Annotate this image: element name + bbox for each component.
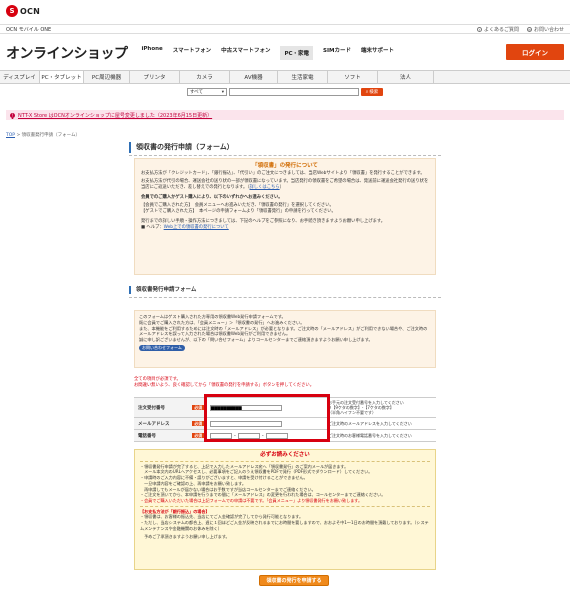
info-paragraph-2: お支払方法が代引の場合、運送会社の送り状の一部が領収書になっています。当店発行の… (141, 179, 429, 190)
member-notice: ・会員でご購入いただいた場合は上記フォームでの申請は不要です。「会員メニュー」よ… (140, 497, 363, 503)
contact-link[interactable]: ✉ お問い合わせ (526, 26, 564, 33)
form-desc-4: 誠に申し訳ございませんが、以下の「問い合せフォーム」よりコールセンターまでご連絡… (139, 337, 373, 343)
divider (129, 297, 441, 298)
email-label: メールアドレス 必須 (134, 418, 206, 429)
cat-software[interactable]: ソフト (328, 71, 378, 83)
notice-banner[interactable]: ! NTT-X Store はOCNオンラインショップに屋号変更しました（202… (6, 110, 564, 120)
order-number-label-text: 注文受付番号 (138, 405, 165, 411)
order-number-note: お手元の注文受付番号を入力してください ※【9ケタの数字】-【7ケタの数字】 （… (328, 400, 404, 415)
mail-icon: ✉ (526, 26, 532, 32)
phone-label-text: 電話番号 (138, 433, 156, 439)
help-label: ■ ヘルプ： (141, 225, 164, 230)
info-bold-text: 会員でのご購入かゲスト購入により、以下のいずれかへお進みください。 (141, 195, 283, 200)
form-description-box: このフォームはゲスト購入された方専用の領収書Web発行申請フォームです。 既に会… (134, 310, 436, 368)
cat-display[interactable]: ディスプレイ (0, 71, 40, 83)
thanks-line: 予めご了承頂きますようお願い申し上げます。 (140, 534, 230, 540)
ocn-logo-text: OCN (20, 6, 40, 16)
info-icon: ! (10, 112, 15, 118)
email-note: ご注文時のメールアドレスを入力してください (328, 421, 412, 426)
login-button[interactable]: ログイン (506, 44, 564, 60)
required-badge: 必須 (192, 405, 204, 410)
notice-text: NTT-X Store はOCNオンラインショップに屋号変更しました（2023年… (18, 112, 213, 119)
category-tabs: ディスプレイ PC・タブレット PC周辺機器 プリンタ カメラ AV機器 生活家… (0, 70, 570, 84)
info-paragraph-1: お支払方法が「クレジットカード」、「銀行振込」、「代引い」のご注文につきましては… (141, 171, 425, 176)
required-note: 全ての項目が必須です。 お間違い無いよう、良く確認してから「領収書の発行を申請す… (134, 377, 436, 389)
form-desc-3: また、本機能をご利用するためには注文時の「メールアドレス」が必要となります。ご注… (139, 325, 428, 337)
phone-label: 電話番号 必須 (134, 430, 206, 441)
search-bar: すべて ▾ ⌕ 検索 (0, 86, 570, 98)
cat-pc-tablet[interactable]: PC・タブレット (40, 71, 84, 83)
nav-pc-appliance[interactable]: PC・家電 (280, 46, 314, 60)
nav-iphone[interactable]: iPhone (142, 46, 163, 60)
cat-pc-peripherals[interactable]: PC周辺機器 (84, 71, 130, 83)
faq-link[interactable]: ? よくあるご質問 (476, 26, 519, 33)
nav-device-support[interactable]: 端末サポート (361, 46, 394, 60)
search-input[interactable] (229, 88, 359, 96)
search-select-value: すべて (190, 90, 204, 95)
bank-line-2: ・ただし、当店システムの都合上、週に１回ほどご入金が反映されるまでにお時間を要し… (140, 520, 429, 531)
must-read-title: 必ずお読みください (260, 452, 310, 458)
breadcrumb: TOP > 領収書発行申請（フォーム） (6, 133, 81, 138)
order-number-label: 注文受付番号 必須 (134, 398, 206, 417)
question-icon: ? (476, 26, 482, 32)
brand-title[interactable]: オンラインショップ (6, 43, 128, 63)
utility-bar: OCN モバイル ONE ? よくあるご質問 ✉ お問い合わせ (0, 24, 570, 34)
search-button[interactable]: ⌕ 検索 (361, 88, 383, 96)
nav-used-smartphone[interactable]: 中古スマートフォン (221, 46, 270, 60)
guest-instruction: 【ゲストでご購入された方】 本ページの申請フォームより「領収書発行」の申請を行っ… (141, 209, 336, 214)
divider (140, 460, 430, 462)
receipt-info-box: 「領収書」の発行について お支払方法が「クレジットカード」、「銀行振込」、「代引… (134, 158, 436, 275)
ocn-logo[interactable]: S OCN (6, 4, 40, 18)
required-badge: 必須 (192, 421, 204, 426)
cat-printer[interactable]: プリンタ (130, 71, 180, 83)
info-paragraph-2-text: お支払方法が代引の場合、運送会社の送り状の一部が領収書になっています。当店発行の… (141, 179, 429, 190)
nav-sim-card[interactable]: SIMカード (323, 46, 351, 60)
breadcrumb-current: 領収書発行申請（フォーム） (21, 133, 81, 138)
page-title: 領収書の発行申請（フォーム） (129, 142, 441, 153)
help-link[interactable]: Web上での領収書の発行について (164, 225, 229, 230)
highlight-box (204, 394, 330, 442)
cat-av[interactable]: AV機器 (230, 71, 278, 83)
ocn-logo-mark: S (6, 5, 18, 17)
email-label-text: メールアドレス (138, 421, 170, 427)
cat-business[interactable]: 法人 (378, 71, 434, 83)
details-link[interactable]: 詳しくはこちら (250, 185, 280, 190)
breadcrumb-top[interactable]: TOP (6, 133, 15, 138)
required-note-line-2: お間違い無いよう、良く確認してから「領収書の発行を申請する」ボタンを押してくださ… (134, 383, 314, 388)
chevron-down-icon: ▾ (221, 89, 224, 95)
submit-receipt-button[interactable]: 領収書の発行を申請する (259, 575, 329, 586)
required-badge: 必須 (192, 433, 204, 438)
divider (140, 505, 430, 507)
receipt-info-title: 「領収書」の発行について (252, 163, 318, 169)
search-icon: ⌕ (365, 90, 369, 95)
phone-note: ご注文時のお客様電話番号を入力してください (328, 433, 412, 438)
form-section-title: 領収書発行申請フォーム (129, 286, 441, 294)
contact-form-button[interactable]: お問い合わせフォーム (139, 344, 185, 351)
global-nav: iPhone スマートフォン 中古スマートフォン PC・家電 SIMカード 端末… (142, 46, 394, 60)
sub-site-label[interactable]: OCN モバイル ONE (6, 26, 51, 33)
search-category-select[interactable]: すべて ▾ (187, 88, 227, 96)
help-line: ■ ヘルプ：Web上での領収書の発行について (141, 225, 429, 231)
search-button-label: 検索 (369, 90, 379, 95)
cat-appliance[interactable]: 生活家電 (278, 71, 328, 83)
divider (129, 155, 441, 156)
must-read-box: 必ずお読みください ・領収書発行申請が完了すると、上記で入力したメールアドレス宛… (134, 449, 436, 570)
cat-camera[interactable]: カメラ (180, 71, 230, 83)
header: オンラインショップ iPhone スマートフォン 中古スマートフォン PC・家電… (0, 36, 570, 70)
nav-smartphone[interactable]: スマートフォン (173, 46, 211, 60)
